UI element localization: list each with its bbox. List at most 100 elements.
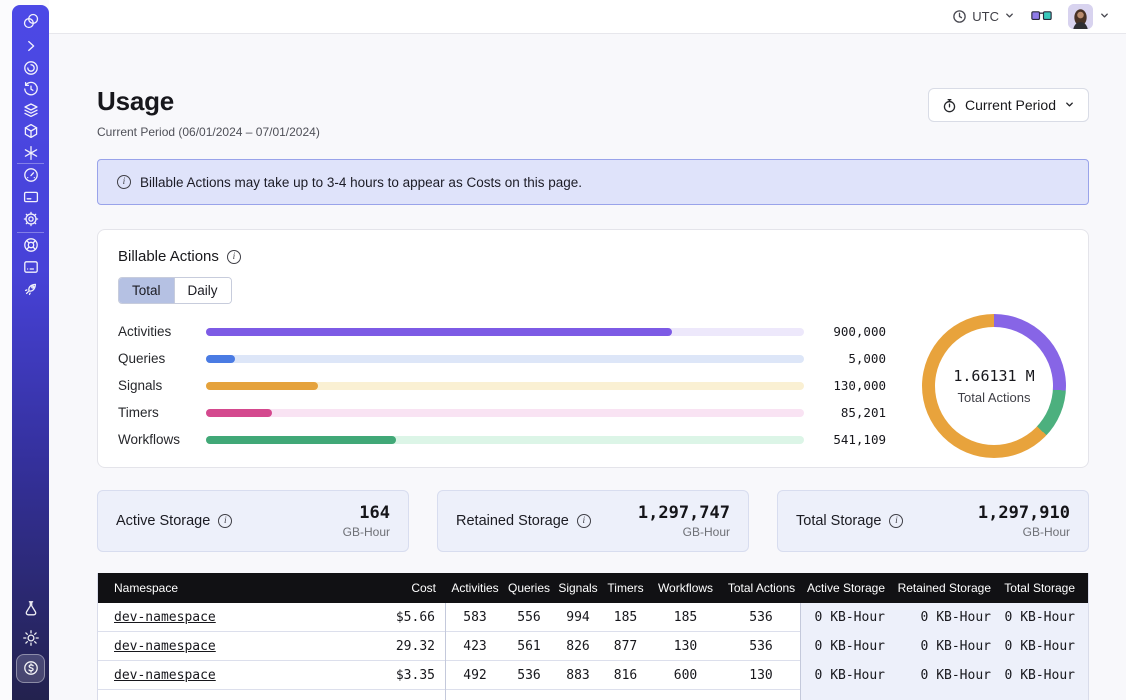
tab-total[interactable]: Total [119,278,174,303]
storage-card-unit: GB-Hour [638,525,730,539]
donut-center: 1.66131 M Total Actions [935,327,1053,445]
info-icon[interactable] [227,250,241,264]
cell-queries: 556 [504,610,554,625]
bar-row: Timers 85,201 [118,399,886,426]
sidebar-divider [17,232,44,233]
3d-glasses-icon[interactable] [1031,10,1052,23]
storage-card-label: Retained Storage [456,513,569,529]
chevron-down-icon [1004,9,1015,24]
flask-icon[interactable] [22,599,40,617]
column-header: Signals [554,581,602,595]
history-icon[interactable] [22,80,40,98]
bar-row: Queries 5,000 [118,345,886,372]
column-header: Queries [504,581,554,595]
period-button-label: Current Period [965,97,1056,113]
cell-total-storage: 0 KB-Hour [1003,632,1089,661]
bar-value: 85,201 [804,405,886,420]
storage-card-value: 1,297,747 [638,503,730,523]
bar-fill [206,328,672,336]
retained-storage-card: Retained Storage 1,297,747 GB-Hour [437,490,749,552]
storage-card-unit: GB-Hour [343,525,390,539]
bar-value: 541,109 [804,432,886,447]
column-header: Cost [370,581,446,595]
table-row: dev-namespace $3.35 492 536 883 816 600 … [98,661,1088,690]
page-header: Usage Current Period (06/01/2024 – 07/01… [97,86,1089,139]
donut-total-value: 1.66131 M [953,367,1034,385]
billable-actions-card: Billable Actions Total Daily Activities … [97,229,1089,468]
sun-icon[interactable] [22,629,40,647]
topbar: UTC [49,0,1126,34]
bar-track [206,409,804,417]
payment-card-icon[interactable] [22,188,40,206]
cell-retained-storage: 0 KB-Hour [897,603,1003,632]
info-icon[interactable] [218,514,232,528]
bar-track [206,355,804,363]
cell-total-actions: 130 [722,661,801,690]
bar-value: 900,000 [804,324,886,339]
tab-daily[interactable]: Daily [174,278,231,303]
donut-total-label: Total Actions [958,390,1031,405]
cell-workflows: 600 [649,668,722,683]
namespace-link[interactable]: dev-namespace [114,668,216,683]
bar-row: Activities 900,000 [118,318,886,345]
page-subtitle: Current Period (06/01/2024 – 07/01/2024) [97,125,1089,139]
clock-icon [952,9,967,24]
gauge-icon[interactable] [22,166,40,184]
billing-dollar-coin-icon[interactable] [22,659,40,677]
table-row-partial [98,690,1088,700]
cell-workflows: 130 [649,639,722,654]
cell-activities: 492 [446,668,504,683]
billable-bar-chart: Activities 900,000 Queries 5,000 Signals… [118,318,886,453]
bar-label: Queries [118,351,206,366]
cell-active-storage: 0 KB-Hour [801,632,897,661]
period-selector-button[interactable]: Current Period [928,88,1089,122]
cube-icon[interactable] [22,122,40,140]
cell-cost: $5.66 [370,603,446,632]
bar-label: Workflows [118,432,206,447]
storage-card-label: Active Storage [116,513,210,529]
cell-signals: 826 [554,639,602,654]
layers-icon[interactable] [22,101,40,119]
sidebar-divider [17,163,44,164]
table-row: dev-namespace $5.66 583 556 994 185 185 … [98,603,1088,632]
table-row: dev-namespace 29.32 423 561 826 877 130 … [98,632,1088,661]
stopwatch-icon [942,98,957,113]
active-storage-card: Active Storage 164 GB-Hour [97,490,409,552]
bar-label: Timers [118,405,206,420]
bar-row: Signals 130,000 [118,372,886,399]
info-icon[interactable] [889,514,903,528]
timezone-selector[interactable]: UTC [952,9,1015,24]
cell-queries: 536 [504,668,554,683]
cell-cost: $3.35 [370,661,446,690]
namespaces-icon[interactable] [22,59,40,77]
column-header: Retained Storage [897,581,1003,595]
donut-chart: 1.66131 M Total Actions [922,314,1066,458]
storage-summary-row: Active Storage 164 GB-Hour Retained Stor… [97,490,1089,552]
avatar [1068,4,1093,29]
info-icon [117,175,131,189]
cell-queries: 561 [504,639,554,654]
asterisk-icon[interactable] [22,144,40,162]
cell-timers: 185 [602,610,649,625]
table-header: Namespace Cost Activities Queries Signal… [98,573,1088,603]
total-storage-card: Total Storage 1,297,910 GB-Hour [777,490,1089,552]
account-menu[interactable] [1068,4,1110,29]
cell-total-storage: 0 KB-Hour [1003,603,1089,632]
bar-fill [206,355,235,363]
cell-active-storage: 0 KB-Hour [801,603,897,632]
namespace-link[interactable]: dev-namespace [114,639,216,654]
billable-actions-title: Billable Actions [118,248,241,265]
terminal-icon[interactable] [22,258,40,276]
namespace-link[interactable]: dev-namespace [114,610,216,625]
temporal-logo-icon[interactable] [22,12,40,30]
sidebar [12,5,49,700]
column-header: Total Storage [1003,581,1089,595]
rocket-icon[interactable] [22,280,40,298]
bar-track [206,436,804,444]
cell-cost: 29.32 [370,632,446,661]
lifebuoy-icon[interactable] [22,236,40,254]
chevron-right-icon[interactable] [22,37,40,55]
gear-icon[interactable] [22,210,40,228]
cell-signals: 883 [554,668,602,683]
info-icon[interactable] [577,514,591,528]
